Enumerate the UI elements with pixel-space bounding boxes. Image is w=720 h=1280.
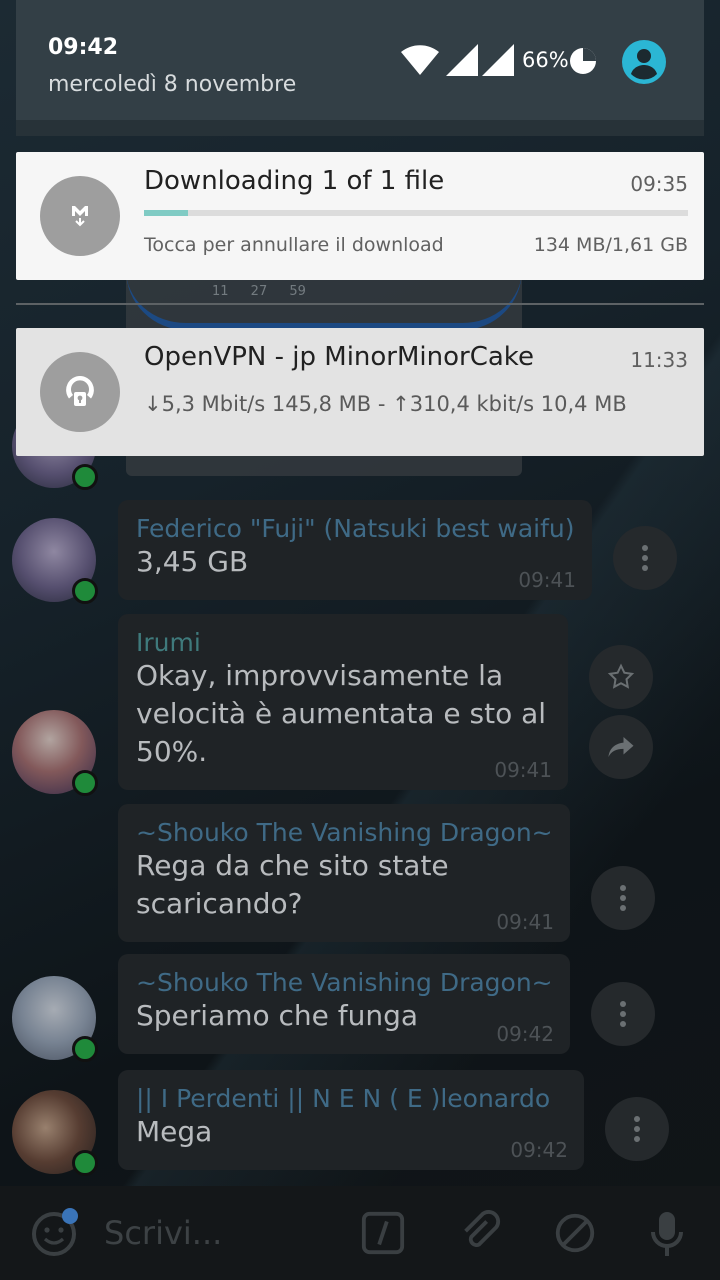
avatar[interactable] <box>12 976 98 1062</box>
message-author: Irumi <box>136 628 201 657</box>
vpn-title: OpenVPN - jp MinorMinorCake <box>144 342 534 372</box>
download-time: 09:35 <box>630 172 688 196</box>
attach-icon[interactable] <box>456 1210 502 1256</box>
avatar[interactable] <box>12 710 98 796</box>
message-time: 09:41 <box>494 758 552 782</box>
message-menu-button[interactable] <box>605 1097 669 1161</box>
forward-button[interactable] <box>589 715 653 779</box>
vpn-notification[interactable]: OpenVPN - jp MinorMinorCake 11:33 ↓5,3 M… <box>16 328 704 456</box>
mega-download-icon <box>40 176 120 256</box>
wifi-icon <box>401 45 439 75</box>
download-notification[interactable]: Downloading 1 of 1 file 09:35 Tocca per … <box>16 152 704 280</box>
more-vert-icon <box>620 1001 626 1027</box>
status-clock: 09:42 <box>48 35 119 60</box>
message-input-bar: Scrivi... <box>0 1186 720 1280</box>
download-size: 134 MB/1,61 GB <box>533 234 688 256</box>
online-indicator <box>72 464 98 490</box>
notification-divider <box>16 303 704 305</box>
message-text: Speriamo che funga <box>136 999 419 1032</box>
signal-icon <box>446 44 478 76</box>
message-text: Mega <box>136 1115 213 1148</box>
star-outline-icon <box>607 663 635 689</box>
message-author: Federico "Fuji" (Natsuki best waifu) <box>136 514 575 543</box>
download-title: Downloading 1 of 1 file <box>144 166 445 196</box>
message-menu-button[interactable] <box>591 982 655 1046</box>
vpn-traffic-stats: ↓5,3 Mbit/s 145,8 MB - ↑310,4 kbit/s 10,… <box>144 392 627 416</box>
message-author: ~Shouko The Vanishing Dragon~ <box>136 968 553 997</box>
sticker-icon[interactable] <box>552 1210 598 1256</box>
battery-percent: 66% <box>522 48 569 72</box>
message-text: 3,45 GB <box>136 545 249 578</box>
download-progress-fill <box>144 210 188 216</box>
message-time: 09:42 <box>510 1138 568 1162</box>
favorite-button[interactable] <box>589 645 653 709</box>
more-vert-icon <box>642 545 648 571</box>
account-icon <box>631 49 657 80</box>
avatar[interactable] <box>12 518 98 604</box>
message-time: 09:41 <box>518 568 576 592</box>
forward-icon <box>608 737 634 757</box>
shade-edge <box>16 120 704 136</box>
quick-settings-header[interactable]: 09:42 mercoledì 8 novembre 66% <box>16 0 704 120</box>
status-date: mercoledì 8 novembre <box>48 72 297 97</box>
message-menu-button[interactable] <box>613 526 677 590</box>
message-bubble[interactable]: Federico "Fuji" (Natsuki best waifu) 3,4… <box>118 500 592 600</box>
emoji-badge <box>62 1208 78 1224</box>
online-indicator <box>72 578 98 604</box>
online-indicator <box>72 770 98 796</box>
message-bubble[interactable]: || I Perdenti || N E N ( E )leonardo Meg… <box>118 1070 584 1170</box>
message-time: 09:42 <box>496 1022 554 1046</box>
more-vert-icon <box>620 885 626 911</box>
more-vert-icon <box>634 1116 640 1142</box>
microphone-icon[interactable] <box>646 1208 688 1260</box>
message-text: Rega da che sito state scaricando? <box>136 849 449 920</box>
message-time: 09:41 <box>496 910 554 934</box>
message-menu-button[interactable] <box>591 866 655 930</box>
download-progress-bar <box>144 210 688 216</box>
command-icon[interactable] <box>360 1210 406 1256</box>
online-indicator <box>72 1150 98 1176</box>
shared-post-stats: 11 27 59 <box>212 284 306 299</box>
download-cancel-hint: Tocca per annullare il download <box>144 234 444 256</box>
message-author: || I Perdenti || N E N ( E )leonardo <box>136 1084 551 1113</box>
message-input[interactable]: Scrivi... <box>104 1214 222 1252</box>
avatar[interactable] <box>12 1090 98 1176</box>
vpn-time: 11:33 <box>630 348 688 372</box>
message-author: ~Shouko The Vanishing Dragon~ <box>136 818 553 847</box>
message-bubble[interactable]: ~Shouko The Vanishing Dragon~ Rega da ch… <box>118 804 570 942</box>
signal-icon-2 <box>482 44 514 76</box>
battery-icon <box>570 48 596 74</box>
online-indicator <box>72 1036 98 1062</box>
message-bubble[interactable]: ~Shouko The Vanishing Dragon~ Speriamo c… <box>118 954 570 1054</box>
openvpn-icon <box>40 352 120 432</box>
message-text: Okay, improvvisamente la velocità è aume… <box>136 659 547 768</box>
message-bubble[interactable]: Irumi Okay, improvvisamente la velocità … <box>118 614 568 790</box>
profile-button[interactable] <box>622 40 666 84</box>
